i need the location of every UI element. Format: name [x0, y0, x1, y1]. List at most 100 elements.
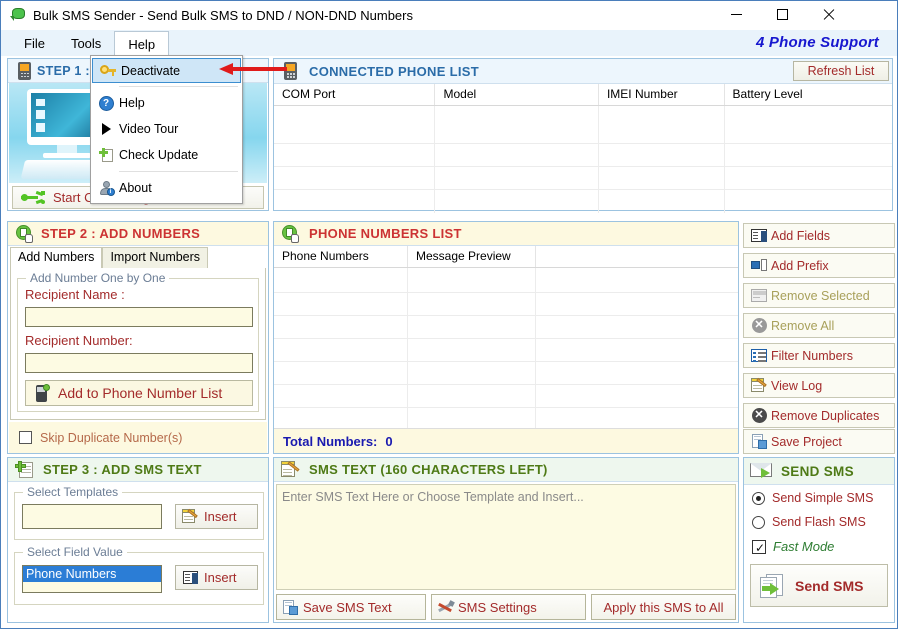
sms-settings-label: SMS Settings — [458, 599, 537, 615]
add-prefix-button[interactable]: Add Prefix — [743, 253, 895, 278]
table-row[interactable] — [274, 362, 738, 385]
grid-header-row: Phone Numbers Message Preview — [274, 246, 738, 268]
minimize-button[interactable] — [713, 1, 759, 28]
save-project-button[interactable]: Save Project — [743, 429, 895, 454]
send-simple-sms-option[interactable]: Send Simple SMS — [752, 491, 873, 505]
table-row[interactable] — [274, 106, 892, 144]
apply-sms-to-all-label: Apply this SMS to All — [603, 599, 724, 615]
menu-item-about[interactable]: i About — [91, 175, 242, 201]
save-sms-text-button[interactable]: Save SMS Text — [276, 594, 426, 620]
remove-duplicates-label: Remove Duplicates — [771, 408, 880, 423]
send-sms-button[interactable]: Send SMS — [750, 564, 888, 607]
column-com-port: COM Port — [274, 84, 436, 105]
add-fields-button[interactable]: Add Fields — [743, 223, 895, 248]
column-model: Model — [435, 84, 599, 105]
skip-duplicate-checkbox[interactable] — [19, 431, 32, 444]
templates-insert-button[interactable]: Insert — [175, 504, 258, 529]
menu-bar: File Tools Help 4 Phone Support — [1, 29, 897, 57]
table-row[interactable] — [274, 167, 892, 190]
select-templates-group: Select Templates Insert — [14, 485, 264, 540]
filter-numbers-label: Filter Numbers — [771, 348, 853, 363]
usb-icon — [13, 190, 53, 205]
question-circle-icon: ? — [93, 95, 119, 111]
table-row[interactable] — [274, 385, 738, 408]
menu-item-video-tour[interactable]: Video Tour — [91, 116, 242, 142]
step2-header: STEP 2 : ADD NUMBERS — [8, 222, 268, 246]
step2-tabs: Add Numbers Import Numbers — [10, 247, 209, 269]
save-project-label: Save Project — [771, 434, 842, 449]
close-button[interactable] — [805, 1, 851, 28]
field-insert-button[interactable]: Insert — [175, 565, 258, 590]
table-row[interactable] — [274, 339, 738, 362]
table-row[interactable] — [274, 144, 892, 167]
table-row[interactable] — [274, 268, 738, 293]
play-triangle-icon — [93, 123, 119, 135]
step3-header: STEP 3 : ADD SMS TEXT — [8, 458, 268, 482]
phone-numbers-rows — [274, 268, 738, 431]
sms-settings-button[interactable]: SMS Settings — [431, 594, 586, 620]
total-numbers-value: 0 — [385, 433, 393, 449]
table-row[interactable] — [274, 316, 738, 339]
remove-all-button[interactable]: ✕ Remove All — [743, 313, 895, 338]
phone-numbers-grid[interactable]: Phone Numbers Message Preview — [274, 246, 738, 431]
filter-numbers-button[interactable]: Filter Numbers — [743, 343, 895, 368]
connected-phone-list-title: CONNECTED PHONE LIST — [309, 63, 479, 79]
connected-phone-grid[interactable]: COM Port Model IMEI Number Battery Level — [274, 84, 892, 213]
column-imei: IMEI Number — [599, 84, 725, 105]
page-plus-icon — [93, 147, 119, 163]
view-log-icon — [747, 377, 771, 393]
recipient-name-input[interactable] — [25, 307, 253, 327]
fast-mode-row[interactable]: ✓ Fast Mode — [752, 539, 834, 554]
fast-mode-checkbox[interactable]: ✓ — [752, 539, 766, 554]
send-sms-title: SEND SMS — [781, 463, 854, 479]
radio-send-simple[interactable] — [752, 491, 765, 505]
tab-import-numbers[interactable]: Import Numbers — [102, 247, 209, 269]
key-icon — [95, 64, 121, 78]
field-value-selected-item[interactable]: Phone Numbers — [23, 566, 161, 582]
remove-all-icon: ✕ — [747, 318, 771, 333]
menu-item-deactivate-label: Deactivate — [121, 63, 181, 78]
step2-title: STEP 2 : ADD NUMBERS — [41, 226, 201, 241]
menu-help[interactable]: Help — [114, 30, 170, 57]
table-row[interactable] — [274, 293, 738, 316]
skip-duplicate-row[interactable]: Skip Duplicate Number(s) — [9, 422, 267, 453]
column-extra — [536, 246, 738, 267]
add-prefix-icon — [747, 259, 771, 272]
menu-item-help[interactable]: ? Help — [91, 90, 242, 116]
app-logo-icon — [9, 7, 27, 23]
tab-add-numbers[interactable]: Add Numbers — [10, 247, 103, 269]
menu-tools[interactable]: Tools — [58, 31, 114, 56]
select-templates-input[interactable] — [22, 504, 162, 529]
select-field-value-list[interactable]: Phone Numbers — [22, 565, 162, 593]
refresh-list-button[interactable]: Refresh List — [793, 61, 889, 81]
sms-text-panel: SMS TEXT (160 CHARACTERS LEFT) Enter SMS… — [273, 457, 739, 623]
menu-item-help-label: Help — [119, 96, 145, 110]
recipient-number-input[interactable] — [25, 353, 253, 373]
table-row[interactable] — [274, 190, 892, 213]
phone-plus-icon — [26, 383, 58, 402]
menu-item-about-label: About — [119, 181, 152, 195]
remove-selected-button[interactable]: Remove Selected — [743, 283, 895, 308]
sms-text-area[interactable]: Enter SMS Text Here or Choose Template a… — [276, 484, 736, 590]
application-window: Bulk SMS Sender - Send Bulk SMS to DND /… — [0, 0, 898, 629]
tools-icon — [432, 599, 458, 615]
menu-file[interactable]: File — [11, 31, 58, 56]
help-dropdown-menu: Deactivate ? Help Video Tour Check Updat… — [90, 55, 243, 204]
send-flash-sms-label: Send Flash SMS — [772, 515, 866, 529]
add-number-group-caption: Add Number One by One — [26, 271, 170, 285]
send-flash-sms-option[interactable]: Send Flash SMS — [752, 515, 866, 529]
menu-item-check-update[interactable]: Check Update — [91, 142, 242, 168]
green-sim-icon — [277, 225, 303, 243]
remove-duplicates-button[interactable]: ✕ Remove Duplicates — [743, 403, 895, 428]
green-sim-icon — [11, 225, 37, 243]
radio-send-flash[interactable] — [752, 515, 765, 529]
column-message-preview: Message Preview — [408, 246, 536, 267]
total-numbers-label: Total Numbers: — [283, 433, 378, 449]
step2-panel: STEP 2 : ADD NUMBERS Add Numbers Import … — [7, 221, 269, 454]
maximize-button[interactable] — [759, 1, 805, 28]
apply-sms-to-all-button[interactable]: Apply this SMS to All — [591, 594, 736, 620]
remove-selected-icon — [747, 289, 771, 302]
view-log-button[interactable]: View Log — [743, 373, 895, 398]
add-to-phone-number-list-button[interactable]: Add to Phone Number List — [25, 380, 253, 406]
sms-text-buttons: Save SMS Text SMS Settings Apply this SM… — [276, 594, 736, 620]
